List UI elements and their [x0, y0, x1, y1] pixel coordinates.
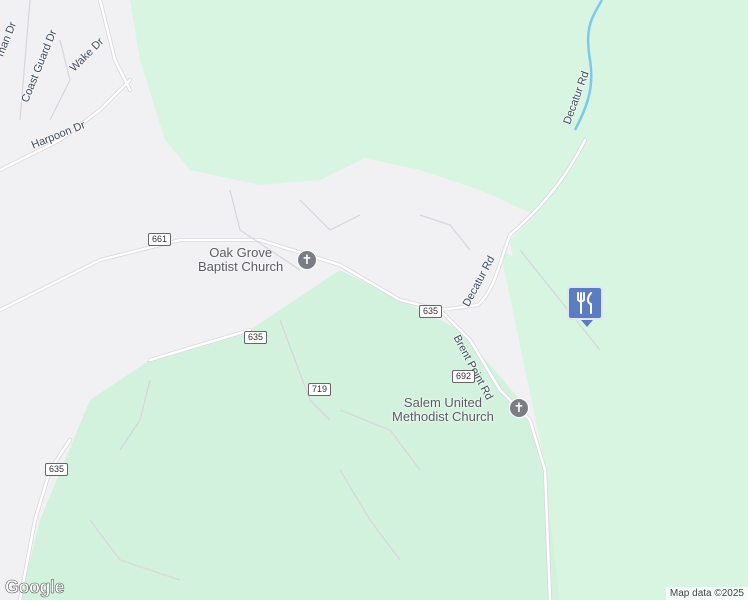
- route-shield-692: 692: [452, 370, 476, 383]
- church-icon[interactable]: ✝: [297, 250, 317, 270]
- route-shield-719: 719: [308, 383, 332, 396]
- church-icon[interactable]: ✝: [509, 398, 529, 418]
- map-attribution[interactable]: Map data ©2025: [665, 587, 748, 600]
- restaurant-icon: [577, 292, 592, 314]
- google-logo: Google: [5, 577, 65, 598]
- restaurant-marker[interactable]: [567, 286, 603, 327]
- poi-label-oak-grove-baptist-church[interactable]: Oak Grove Baptist Church: [198, 246, 283, 274]
- route-shield-635-c: 635: [45, 463, 69, 476]
- route-shield-635-b: 635: [419, 305, 443, 318]
- forest-area-south: [20, 270, 560, 600]
- route-shield-635-a: 635: [244, 331, 268, 344]
- map-base-layer: [0, 0, 748, 600]
- route-shield-661: 661: [148, 233, 172, 246]
- map-canvas[interactable]: Decatur Rd Decatur Rd Brent Point Rd Har…: [0, 0, 748, 600]
- poi-label-salem-united-methodist-church[interactable]: Salem United Methodist Church: [392, 396, 494, 424]
